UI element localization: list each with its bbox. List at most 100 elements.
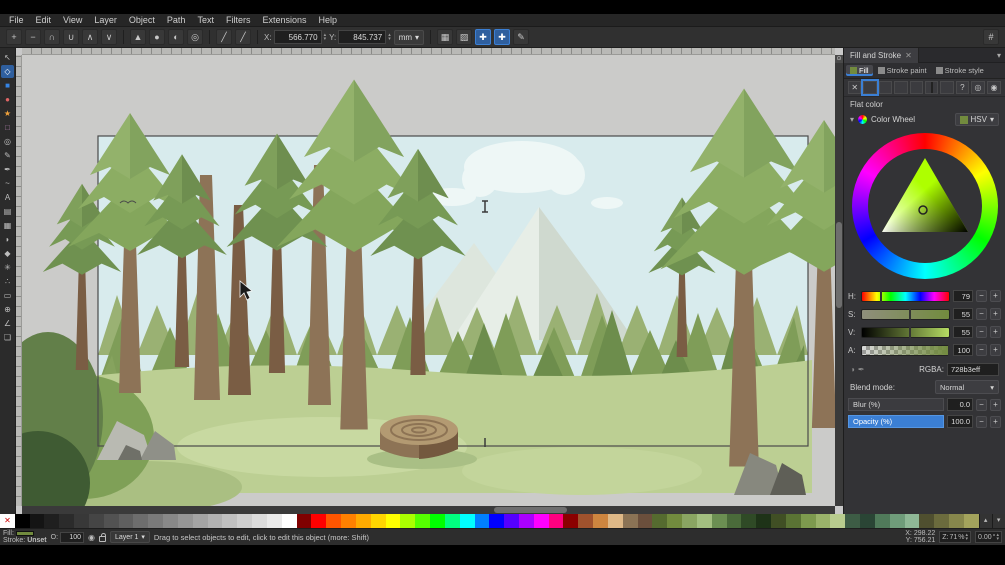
palette-swatch[interactable]: [118, 514, 134, 528]
menu-extensions[interactable]: Extensions: [257, 15, 311, 25]
menu-object[interactable]: Object: [124, 15, 160, 25]
palette-swatch[interactable]: [444, 514, 460, 528]
layer-lock-icon[interactable]: [99, 532, 107, 542]
blend-mode-dropdown[interactable]: Normal ▾: [935, 380, 999, 394]
join-segment-icon[interactable]: ∧: [82, 29, 98, 45]
vertical-scrollbar[interactable]: [835, 55, 843, 506]
dialog-menu-icon[interactable]: ▾: [993, 51, 1005, 60]
menu-text[interactable]: Text: [192, 15, 219, 25]
palette-swatch[interactable]: [400, 514, 416, 528]
mesh-tool[interactable]: ▦: [1, 219, 14, 232]
palette-swatch[interactable]: [667, 514, 683, 528]
opacity-input[interactable]: [60, 531, 85, 543]
paint-bucket-tool[interactable]: ◆: [1, 247, 14, 260]
palette-swatch[interactable]: [830, 514, 846, 528]
palette-swatch[interactable]: [281, 514, 297, 528]
edit-clip-icon[interactable]: ▦: [437, 29, 454, 45]
box3d-tool[interactable]: □: [1, 121, 14, 134]
slider-minus-a[interactable]: −: [976, 344, 987, 356]
palette-swatch[interactable]: [148, 514, 164, 528]
palette-swatch[interactable]: [904, 514, 920, 528]
slider-value-h[interactable]: 79: [953, 290, 973, 302]
blur-slider[interactable]: Blur (%): [848, 398, 944, 411]
paint-flat-button[interactable]: [861, 79, 879, 96]
palette-swatch[interactable]: [474, 514, 490, 528]
opacity-value[interactable]: 100.0: [947, 415, 973, 428]
palette-swatch[interactable]: [845, 514, 861, 528]
palette-swatch[interactable]: [385, 514, 401, 528]
slider-minus-v[interactable]: −: [976, 326, 987, 338]
paint-pattern-button[interactable]: [909, 81, 923, 94]
slider-handle-h[interactable]: [880, 290, 883, 302]
calligraphy-tool[interactable]: ~: [1, 177, 14, 190]
palette-swatch[interactable]: [800, 514, 816, 528]
slider-plus-v[interactable]: +: [990, 326, 1001, 338]
ellipse-tool[interactable]: ●: [1, 93, 14, 106]
palette-swatch[interactable]: [622, 514, 638, 528]
palette-swatch[interactable]: [177, 514, 193, 528]
palette-swatch[interactable]: [103, 514, 119, 528]
blur-plus-button[interactable]: +: [990, 398, 1001, 411]
palette-swatch[interactable]: [949, 514, 964, 528]
gradient-tool[interactable]: ▤: [1, 205, 14, 218]
palette-swatch[interactable]: [370, 514, 386, 528]
palette-swatch-none[interactable]: [0, 514, 15, 528]
vertical-scrollbar-thumb[interactable]: [836, 221, 842, 308]
text-tool[interactable]: A: [1, 191, 14, 204]
node-tool[interactable]: ◇: [1, 65, 14, 78]
zoom-tool[interactable]: ⊕: [1, 303, 14, 316]
palette-swatch[interactable]: [266, 514, 282, 528]
palette-swatch[interactable]: [355, 514, 371, 528]
slider-handle-s[interactable]: [908, 308, 911, 320]
opacity-slider[interactable]: Opacity (%): [848, 415, 944, 428]
break-nodes-icon[interactable]: ∪: [63, 29, 79, 45]
paint-none-button[interactable]: ✕: [848, 81, 862, 94]
star-tool[interactable]: ★: [1, 107, 14, 120]
palette-swatch[interactable]: [726, 514, 742, 528]
edit-mask-icon[interactable]: ▨: [456, 29, 473, 45]
palette-swatch[interactable]: [237, 514, 253, 528]
palette-swatch[interactable]: [652, 514, 668, 528]
palette-swatch[interactable]: [934, 514, 949, 528]
object-to-path-icon[interactable]: ╱: [216, 29, 232, 45]
dropper-icon[interactable]: ✒: [858, 365, 865, 374]
palette-swatch[interactable]: [593, 514, 608, 528]
palette-scroll-up-icon[interactable]: ▴: [978, 514, 992, 528]
slider-track-h[interactable]: [861, 290, 950, 302]
blur-minus-button[interactable]: −: [976, 398, 987, 411]
slider-value-s[interactable]: 55: [953, 308, 973, 320]
palette-swatch[interactable]: [59, 514, 75, 528]
opacity-plus-button[interactable]: +: [990, 415, 1001, 428]
slider-minus-h[interactable]: −: [976, 290, 987, 302]
palette-swatch[interactable]: [489, 514, 505, 528]
drawing-viewport[interactable]: [22, 55, 835, 506]
slider-plus-a[interactable]: +: [990, 344, 1001, 356]
tweak-tool[interactable]: ✳: [1, 261, 14, 274]
tab-stroke-paint[interactable]: Stroke paint: [874, 65, 931, 76]
palette-swatch[interactable]: [207, 514, 223, 528]
spray-tool[interactable]: ∴: [1, 275, 14, 288]
palette-swatch[interactable]: [533, 514, 549, 528]
palette-swatch[interactable]: [415, 514, 431, 528]
palette-swatch[interactable]: [44, 514, 60, 528]
slider-value-v[interactable]: 55: [953, 326, 973, 338]
palette-swatch[interactable]: [252, 514, 267, 528]
units-dropdown[interactable]: mm ▾: [393, 29, 425, 45]
snap-toggle-icon[interactable]: #: [983, 29, 999, 45]
horizontal-scrollbar[interactable]: [22, 506, 835, 514]
fill-stroke-dialog-tab[interactable]: Fill and Stroke ✕: [844, 47, 919, 63]
palette-swatch[interactable]: [29, 514, 45, 528]
slider-handle-v[interactable]: [908, 326, 911, 338]
fill-stroke-indicator[interactable]: Fill: Stroke: Unset: [3, 530, 47, 544]
expander-icon[interactable]: ▾: [850, 115, 854, 124]
horizontal-scrollbar-thumb[interactable]: [493, 507, 567, 513]
slider-handle-a[interactable]: [948, 344, 950, 356]
palette-swatch[interactable]: [74, 514, 89, 528]
eraser-tool[interactable]: ▭: [1, 289, 14, 302]
forest-artwork[interactable]: [22, 55, 835, 506]
blur-value[interactable]: 0.0: [947, 398, 973, 411]
zoom-spinner[interactable]: ▴ ▾: [966, 533, 969, 542]
insert-node-icon[interactable]: +: [6, 29, 22, 45]
slider-track-s[interactable]: [861, 308, 950, 320]
menu-file[interactable]: File: [4, 15, 29, 25]
